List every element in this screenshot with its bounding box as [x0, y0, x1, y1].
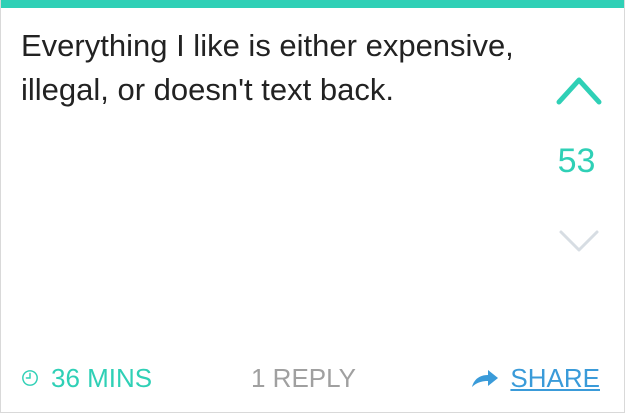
downvote-chevron-down-icon[interactable]	[554, 220, 604, 260]
clock-icon	[22, 370, 38, 386]
share-arrow-icon	[472, 370, 499, 387]
share-label: SHARE	[510, 362, 600, 393]
reply-count-label: 1 REPLY	[251, 362, 357, 393]
post-message: Everything I like is either expensive, i…	[21, 28, 514, 107]
replies-link[interactable]: 1 REPLY	[251, 358, 356, 398]
vote-score: 53	[557, 142, 596, 180]
post-time: 36 MINS	[21, 358, 152, 398]
time-ago-label: 36 MINS	[51, 362, 153, 393]
post-card: Everything I like is either expensive, i…	[0, 0, 625, 413]
post-footer: 36 MINS 1 REPLY SHARE	[1, 358, 624, 398]
upvote-chevron-up-icon[interactable]	[554, 70, 604, 110]
top-accent-bar	[1, 0, 624, 8]
vote-controls: 53	[529, 60, 624, 270]
share-button[interactable]: SHARE	[470, 358, 600, 398]
